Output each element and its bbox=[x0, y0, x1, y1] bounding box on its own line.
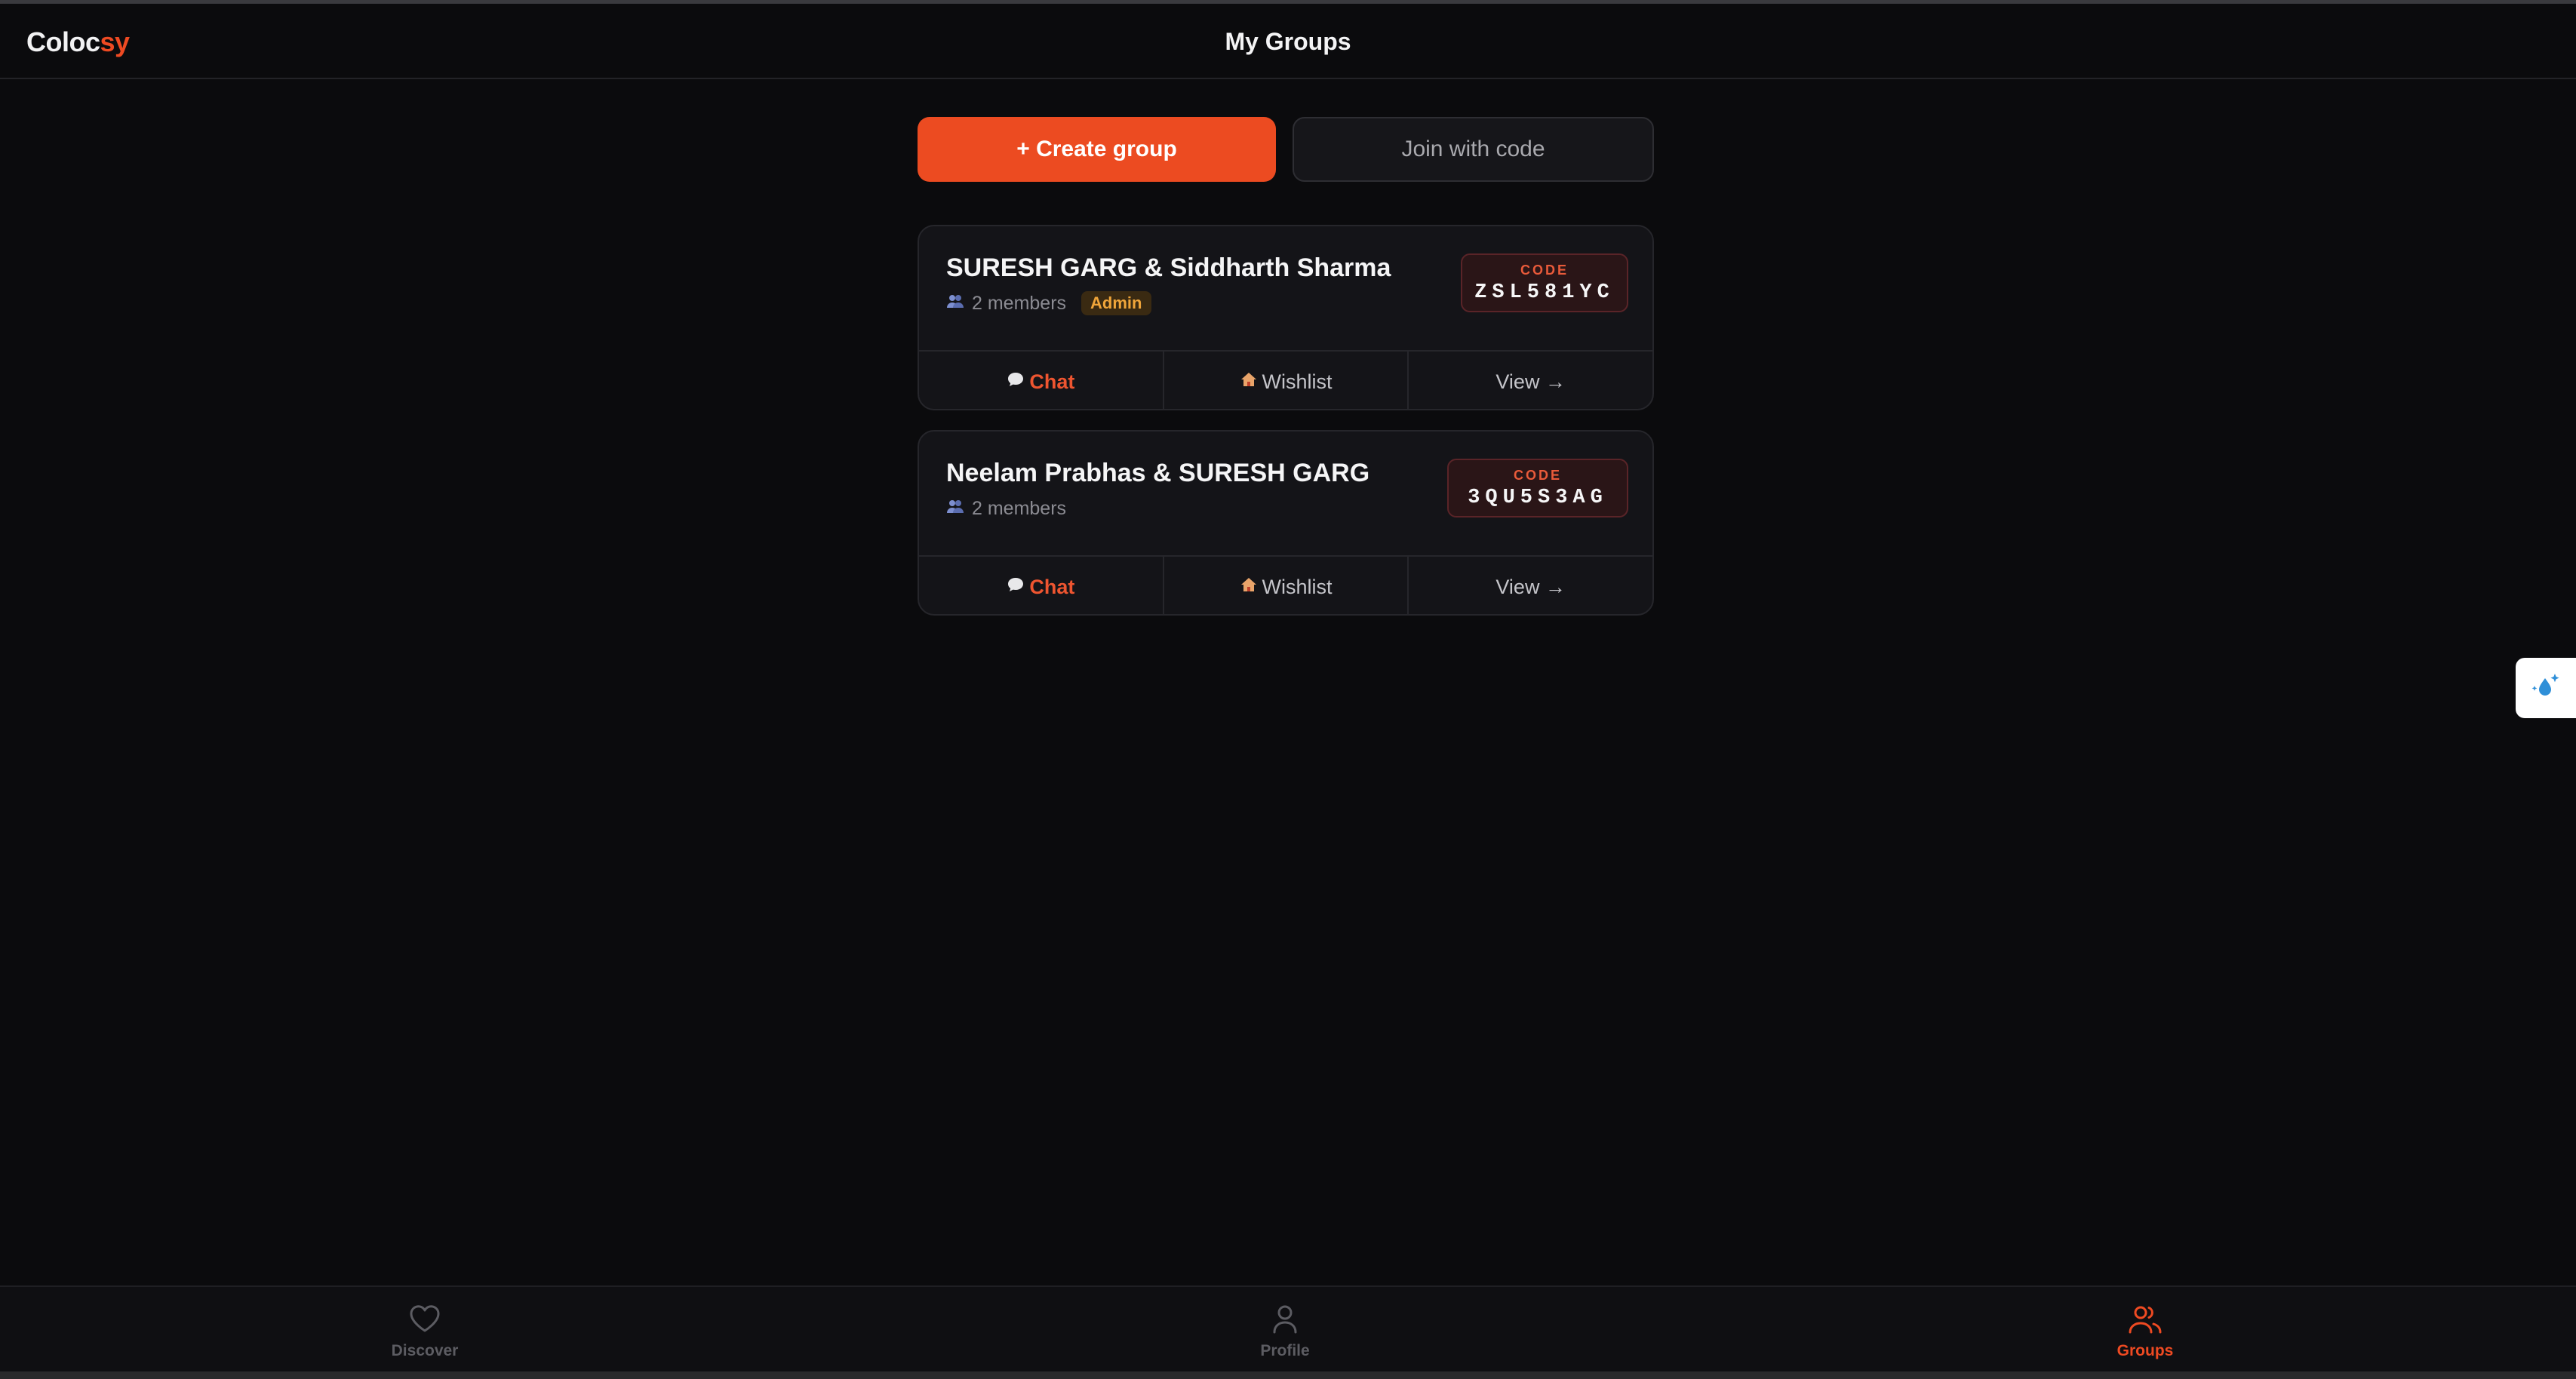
wishlist-button[interactable]: Wishlist bbox=[1162, 557, 1408, 614]
invite-code-box[interactable]: CODE 3QU5S3AG bbox=[1447, 459, 1628, 518]
create-group-button[interactable]: + Create group bbox=[918, 117, 1276, 182]
nav-item-profile[interactable]: Profile bbox=[1210, 1304, 1360, 1360]
chat-label: Chat bbox=[1029, 575, 1075, 598]
invite-code-box[interactable]: CODE ZSL581YC bbox=[1461, 253, 1628, 312]
chat-button[interactable]: Chat bbox=[919, 557, 1163, 614]
member-count: 2 members bbox=[972, 292, 1067, 314]
heart-icon bbox=[408, 1304, 441, 1338]
app-header: Colocsy My Groups bbox=[0, 4, 2576, 79]
person-icon bbox=[1268, 1304, 1302, 1338]
window-bottom-edge bbox=[0, 1371, 2576, 1379]
nav-item-discover[interactable]: Discover bbox=[349, 1304, 500, 1360]
group-name: Neelam Prabhas & SURESH GARG bbox=[946, 459, 1370, 487]
group-actions: + Create group Join with code bbox=[918, 117, 1654, 183]
wishlist-button[interactable]: Wishlist bbox=[1162, 352, 1408, 409]
chat-label: Chat bbox=[1029, 370, 1075, 393]
admin-badge: Admin bbox=[1081, 291, 1151, 315]
group-card-header: SURESH GARG & Siddharth Sharma 2 members… bbox=[919, 226, 1652, 350]
wishlist-label: Wishlist bbox=[1262, 575, 1333, 598]
page-title: My Groups bbox=[1225, 28, 1351, 55]
chat-button[interactable]: Chat bbox=[919, 352, 1163, 409]
side-widget-button[interactable] bbox=[2516, 658, 2576, 718]
speech-bubble-icon bbox=[1007, 576, 1025, 597]
view-group-button[interactable]: View → bbox=[1407, 557, 1652, 614]
group-card[interactable]: Neelam Prabhas & SURESH GARG 2 members C… bbox=[918, 430, 1654, 616]
code-label: CODE bbox=[1520, 263, 1569, 278]
house-icon bbox=[1240, 371, 1258, 392]
people-icon bbox=[946, 499, 964, 518]
invite-code: 3QU5S3AG bbox=[1468, 487, 1608, 509]
sparkle-drop-icon bbox=[2528, 669, 2563, 708]
nav-label-discover: Discover bbox=[391, 1342, 459, 1359]
join-with-code-button[interactable]: Join with code bbox=[1293, 117, 1654, 182]
nav-item-groups[interactable]: Groups bbox=[2070, 1304, 2221, 1360]
group-card[interactable]: SURESH GARG & Siddharth Sharma 2 members… bbox=[918, 225, 1654, 410]
nav-label-groups: Groups bbox=[2116, 1342, 2174, 1359]
group-card-actions: Chat Wishlist View → bbox=[919, 555, 1652, 614]
house-icon bbox=[1240, 576, 1258, 597]
group-card-header: Neelam Prabhas & SURESH GARG 2 members C… bbox=[919, 432, 1652, 555]
nav-label-profile: Profile bbox=[1260, 1342, 1310, 1359]
group-card-actions: Chat Wishlist View → bbox=[919, 350, 1652, 409]
group-icon bbox=[2127, 1304, 2163, 1338]
group-meta: 2 members bbox=[946, 495, 1066, 522]
group-name: SURESH GARG & Siddharth Sharma bbox=[946, 253, 1391, 282]
wishlist-label: Wishlist bbox=[1262, 370, 1333, 393]
group-meta: 2 members Admin bbox=[946, 290, 1151, 317]
member-count: 2 members bbox=[972, 497, 1067, 519]
bottom-navigation: Discover Profile Groups bbox=[0, 1285, 2576, 1371]
speech-bubble-icon bbox=[1007, 371, 1025, 392]
view-label: View → bbox=[1495, 575, 1566, 598]
people-icon bbox=[946, 293, 964, 313]
view-group-button[interactable]: View → bbox=[1407, 352, 1652, 409]
invite-code: ZSL581YC bbox=[1474, 281, 1615, 304]
view-label: View → bbox=[1495, 370, 1566, 393]
code-label: CODE bbox=[1513, 468, 1562, 483]
